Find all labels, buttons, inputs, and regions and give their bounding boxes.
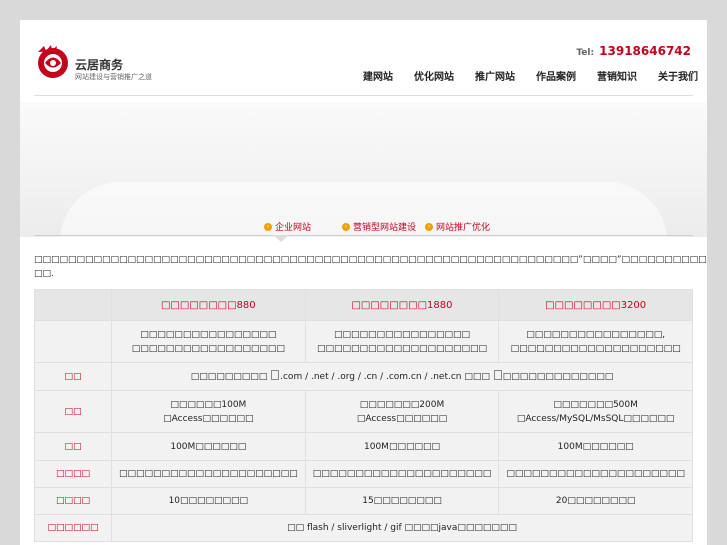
table-cell: 100M□□□□□□ bbox=[111, 432, 306, 461]
table-cell: 100M□□□□□□ bbox=[498, 432, 693, 461]
page-container: 云居商务 网站建设与营销推广之道 Tel: 13918646742 建网站 优化… bbox=[20, 20, 707, 545]
tab-site-promotion[interactable]: › 网站推广优化 bbox=[425, 220, 490, 233]
cell-line: □□□□□□□□□□□□□□□□□□□□ bbox=[510, 343, 681, 354]
cell-line: □□□□□□□500M bbox=[553, 399, 638, 410]
banner bbox=[20, 102, 707, 252]
table-cell: □□□□□□□200M □Access□□□□□□ bbox=[304, 390, 500, 433]
table-row: □□ □□□□□□□□□ .com / .net / .org / .cn / … bbox=[34, 362, 693, 391]
brand-name: 云居商务 bbox=[75, 58, 124, 72]
row-label: □□□□ bbox=[34, 487, 112, 515]
placeholder-glyph-icon bbox=[271, 369, 280, 380]
row-label: □□ bbox=[34, 432, 112, 461]
dragon-logo-icon bbox=[38, 45, 68, 78]
table-cell: □□□□□□□□□□□□□□□□, □□□□□□□□□□□□□□□□□□□□ bbox=[498, 320, 693, 363]
tab-label: 营销型网站建设 bbox=[353, 223, 417, 233]
tab-marketing-website[interactable]: › 营销型网站建设 bbox=[342, 220, 416, 233]
intro-line-1: □□□□□□□□□□□□□□□□□□□□□□□□□□□□□□□□□□□□□□□□… bbox=[34, 255, 707, 265]
cell-line: □□□□□□□□□□□□□□□□ bbox=[140, 329, 277, 340]
cell-line: □Access/MySQL/MsSQL□□□□□□ bbox=[516, 413, 675, 424]
table-row: □□□□□□ □□ flash / sliverlight / gif □□□□… bbox=[34, 514, 693, 542]
cell-text: □□□□□□□□□□□□□ bbox=[502, 371, 614, 382]
intro-text: □□□□□□□□□□□□□□□□□□□□□□□□□□□□□□□□□□□□□□□□… bbox=[34, 253, 707, 281]
table-row: □□□□□□□□□□□□□□□□ □□□□□□□□□□□□□□□□□□ □□□□… bbox=[34, 320, 693, 363]
table-cell: 20□□□□□□□□ bbox=[498, 487, 693, 515]
plan-standard-header: □□□□□□□□1880 bbox=[304, 289, 500, 321]
cell-line: □□□□□□□□□□□□□□□□□□□□ bbox=[316, 343, 488, 354]
tabs-divider bbox=[34, 235, 693, 236]
plan-basic-header: □□□□□□□□880 bbox=[111, 289, 306, 321]
brand-logo[interactable]: 云居商务 网站建设与营销推广之道 bbox=[34, 42, 174, 86]
tab-label: 企业网站 bbox=[275, 223, 312, 233]
table-cell: 10□□□□□□□□ bbox=[111, 487, 306, 515]
arrow-circle-icon: › bbox=[264, 222, 272, 231]
table-header-row: □□□□□□□□880 □□□□□□□□1880 □□□□□□□□3200 bbox=[34, 289, 693, 321]
cell-line: □□□□□□□□□□□□□□□□, bbox=[526, 329, 666, 340]
tel-number: 13918646742 bbox=[599, 44, 691, 58]
table-cell: □□□□□□□□□ .com / .net / .org / .cn / .co… bbox=[111, 362, 693, 391]
main-nav: 建网站 优化网站 推广网站 作品案例 营销知识 关于我们 bbox=[351, 68, 707, 83]
nav-item-optimize-site[interactable]: 优化网站 bbox=[402, 68, 463, 83]
header-divider bbox=[34, 95, 693, 96]
nav-item-about-us[interactable]: 关于我们 bbox=[646, 68, 707, 83]
tab-company-website[interactable]: › 企业网站 bbox=[264, 220, 311, 233]
nav-item-promote-site[interactable]: 推广网站 bbox=[463, 68, 524, 83]
nav-item-marketing-knowledge[interactable]: 营销知识 bbox=[585, 68, 646, 83]
row-label: □□□□□□ bbox=[34, 514, 112, 542]
cell-line: □□□□□□□200M bbox=[359, 399, 445, 410]
arrow-circle-icon: › bbox=[342, 222, 350, 231]
cell-line: □□□□□□100M bbox=[170, 399, 247, 410]
table-row: □□ □□□□□□100M □Access□□□□□□ □□□□□□□200M … bbox=[34, 390, 693, 433]
tel-label: Tel: bbox=[576, 48, 595, 58]
table-row: □□ 100M□□□□□□ 100M□□□□□□ 100M□□□□□□ bbox=[34, 432, 693, 461]
table-cell: □□□□□□□□□□□□□□□□ □□□□□□□□□□□□□□□□□□□□ bbox=[304, 320, 500, 363]
nav-item-portfolio[interactable]: 作品案例 bbox=[524, 68, 585, 83]
table-row: □□□□ 10□□□□□□□□ 15□□□□□□□□ 20□□□□□□□□ bbox=[34, 487, 693, 515]
cell-line: □Access□□□□□□ bbox=[163, 413, 254, 424]
nav-item-build-site[interactable]: 建网站 bbox=[351, 68, 402, 83]
banner-decoration bbox=[60, 182, 667, 252]
table-cell: □□□□□□□500M □Access/MySQL/MsSQL□□□□□□ bbox=[498, 390, 693, 433]
cell-text: .com / .net / .org / .cn / .com.cn / .ne… bbox=[280, 371, 493, 382]
table-cell: □□□□□□□□□□□□□□□□ □□□□□□□□□□□□□□□□□□ bbox=[111, 320, 306, 363]
table-cell: □□□□□□□□□□□□□□□□□□□□□ bbox=[498, 460, 693, 488]
active-tab-pointer bbox=[273, 235, 289, 242]
cell-line: □□□□□□□□□□□□□□□□ bbox=[333, 329, 471, 340]
table-cell: 100M□□□□□□ bbox=[304, 432, 500, 461]
cell-line: □Access□□□□□□ bbox=[356, 413, 448, 424]
table-cell: □□□□□□100M □Access□□□□□□ bbox=[111, 390, 306, 433]
row-label: □□ bbox=[34, 390, 112, 433]
row-label: □□ bbox=[34, 362, 112, 391]
table-header-empty bbox=[34, 289, 112, 321]
phone-contact: Tel: 13918646742 bbox=[576, 40, 691, 59]
placeholder-glyph-icon bbox=[493, 369, 502, 380]
table-row: □□□□ □□□□□□□□□□□□□□□□□□□□□ □□□□□□□□□□□□□… bbox=[34, 460, 693, 488]
brand-tagline: 网站建设与营销推广之道 bbox=[75, 73, 152, 81]
arrow-circle-icon: › bbox=[425, 222, 433, 231]
row-label bbox=[34, 320, 112, 363]
table-cell: □□□□□□□□□□□□□□□□□□□□□ bbox=[111, 460, 306, 488]
pricing-table: □□□□□□□□880 □□□□□□□□1880 □□□□□□□□3200 □□… bbox=[34, 289, 693, 542]
table-cell: 15□□□□□□□□ bbox=[304, 487, 500, 515]
plan-premium-header: □□□□□□□□3200 bbox=[498, 289, 693, 321]
table-cell: □□□□□□□□□□□□□□□□□□□□□ bbox=[304, 460, 500, 488]
tab-label: 网站推广优化 bbox=[436, 223, 491, 233]
table-cell: □□ flash / sliverlight / gif □□□□java□□□… bbox=[111, 514, 693, 542]
cell-text: □□□□□□□□□ bbox=[190, 371, 271, 382]
cell-line: □□□□□□□□□□□□□□□□□□ bbox=[131, 343, 285, 354]
intro-line-2: □□. bbox=[34, 269, 54, 279]
row-label: □□□□ bbox=[34, 460, 112, 488]
